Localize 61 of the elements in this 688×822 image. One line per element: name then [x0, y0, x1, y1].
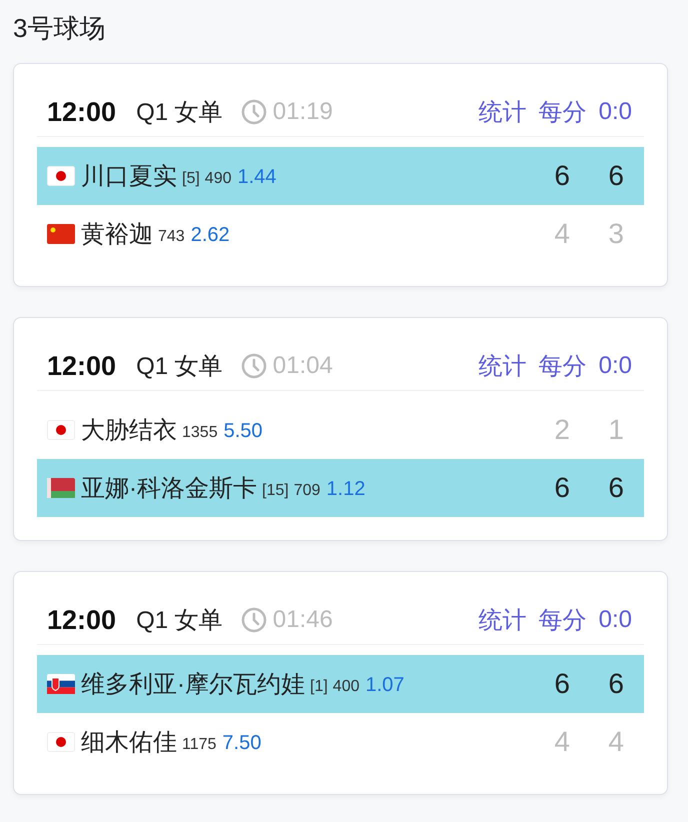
player-name: 维多利亚·摩尔瓦约娃 — [81, 670, 305, 700]
match-link[interactable]: 统计 — [478, 350, 527, 382]
player-rank: 1355 — [182, 424, 218, 442]
match-link[interactable]: 统计 — [478, 96, 527, 128]
japan-flag-icon — [47, 420, 75, 440]
player-rank: 400 — [332, 678, 360, 696]
match-link[interactable]: 每分 — [538, 350, 587, 382]
player-seed: [1] — [310, 678, 328, 696]
player-rank: 1175 — [182, 736, 216, 754]
clock-icon — [240, 607, 267, 633]
set-score: 4 — [607, 726, 624, 758]
match-round: Q1 女单 — [136, 606, 223, 636]
japan-flag-icon — [47, 166, 75, 186]
player-name: 黄裕迦 — [81, 220, 153, 250]
set-score: 2 — [553, 414, 570, 446]
set-score: 6 — [553, 160, 570, 192]
court-title: 3号球场 — [13, 12, 106, 45]
match-duration: 01:04 — [272, 352, 333, 380]
player-odds: 1.07 — [366, 674, 404, 696]
china-flag-icon — [47, 224, 75, 244]
match-link[interactable]: 每分 — [538, 604, 587, 636]
clock-icon — [240, 99, 267, 125]
set-score: 6 — [607, 160, 624, 192]
set-score: 6 — [607, 668, 624, 700]
player-odds: 2.62 — [190, 224, 230, 246]
set-score: 4 — [553, 218, 570, 250]
player-rank: 709 — [294, 482, 320, 500]
set-score: 6 — [607, 472, 624, 504]
player-odds: 5.50 — [224, 420, 263, 442]
clock-icon — [240, 353, 267, 379]
match-round: Q1 女单 — [136, 98, 223, 128]
player-odds: 1.12 — [326, 478, 366, 500]
set-score: 4 — [553, 726, 570, 758]
match-duration: 01:19 — [272, 98, 333, 126]
player-name: 川口夏实 — [81, 162, 177, 192]
player-odds: 1.44 — [238, 166, 276, 188]
set-score: 1 — [607, 414, 624, 446]
point-score: 0:0 — [598, 606, 632, 634]
player-name: 亚娜·科洛金斯卡 — [81, 474, 257, 504]
player-odds: 7.50 — [222, 732, 262, 754]
set-score: 3 — [607, 218, 624, 250]
match-round: Q1 女单 — [136, 352, 223, 382]
set-score: 6 — [553, 668, 570, 700]
player-name: 大胁结衣 — [81, 416, 177, 446]
player-name: 细木佑佳 — [81, 728, 177, 758]
player-rank: 743 — [158, 228, 185, 246]
match-time: 12:00 — [47, 604, 116, 636]
match-link[interactable]: 每分 — [538, 96, 587, 128]
slovakia-flag-icon — [47, 674, 75, 694]
japan-flag-icon — [47, 732, 75, 752]
set-score: 6 — [553, 472, 570, 504]
match-duration: 01:46 — [272, 606, 333, 634]
point-score: 0:0 — [598, 98, 632, 126]
player-seed: [5] — [182, 170, 200, 188]
match-time: 12:00 — [47, 96, 116, 128]
match-time: 12:00 — [47, 350, 116, 382]
match-link[interactable]: 统计 — [478, 604, 527, 636]
player-seed: [15] — [262, 482, 289, 500]
belarus-flag-icon — [47, 478, 75, 498]
player-rank: 490 — [204, 170, 232, 188]
point-score: 0:0 — [598, 352, 632, 380]
